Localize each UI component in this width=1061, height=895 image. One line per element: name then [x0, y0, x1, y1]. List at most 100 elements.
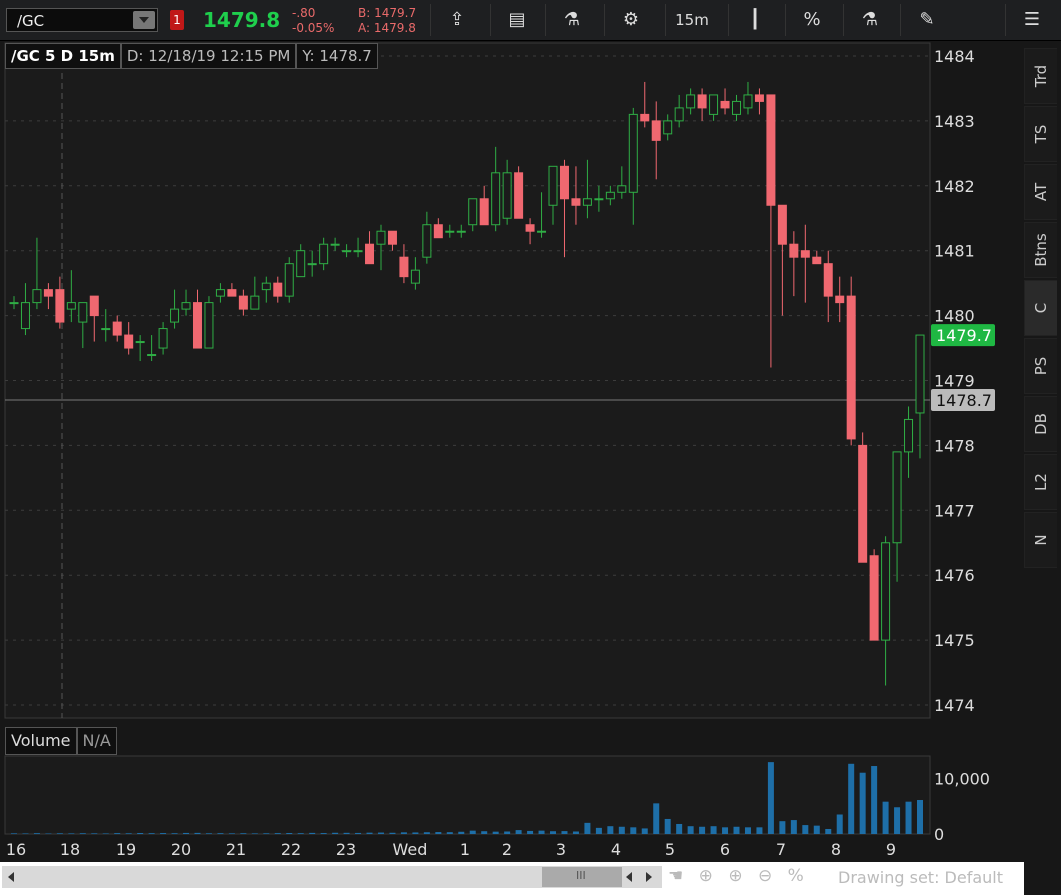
candle-body — [399, 256, 409, 278]
timeframe-button[interactable]: 15m — [665, 4, 718, 36]
candle-body — [273, 282, 283, 297]
candle-body — [353, 250, 363, 253]
tab-ts[interactable]: TS — [1024, 106, 1057, 162]
candlestick-icon: ┃ — [749, 9, 761, 30]
bid-ask-block: B: 1479.7 A: 1479.8 — [358, 6, 416, 36]
scroll-thumb[interactable]: III — [542, 867, 622, 887]
tab-db[interactable]: DB — [1024, 396, 1057, 452]
zoom-out-icon[interactable]: ⊖ — [758, 866, 772, 886]
volume-bar — [756, 827, 763, 834]
notes-button[interactable]: ▤ — [490, 4, 543, 36]
tab-label: TS — [1032, 124, 1050, 144]
time-tick-label: 9 — [886, 840, 896, 859]
tab-trd[interactable]: Trd — [1024, 48, 1057, 104]
volume-bar — [664, 818, 671, 834]
candle-body — [158, 328, 168, 349]
volume-bar — [286, 832, 293, 834]
crosshair-icon[interactable]: ⊕ — [699, 866, 713, 886]
candle-body — [800, 250, 810, 258]
candle-body — [376, 230, 386, 245]
percent-button[interactable]: % — [785, 4, 838, 36]
settings-button[interactable]: ⚙ — [604, 4, 657, 36]
volume-bar — [297, 833, 304, 834]
volume-bar — [917, 800, 923, 834]
candle-body — [640, 113, 650, 122]
tab-n[interactable]: N — [1024, 512, 1057, 568]
volume-bar — [561, 831, 568, 834]
menu-button[interactable]: ☰ — [1005, 4, 1058, 36]
tab-ps[interactable]: PS — [1024, 338, 1057, 394]
scroll-forward-icon[interactable] — [646, 872, 652, 882]
candle-body — [261, 282, 271, 291]
scroll-left-icon[interactable] — [8, 872, 14, 882]
share-button[interactable]: ⇪ — [430, 4, 483, 36]
price-chart[interactable]: 1474147514761477147814791480148114821483… — [0, 40, 1024, 862]
candle-body — [904, 418, 914, 453]
zoom-in-icon[interactable]: ⊕ — [728, 866, 742, 886]
percent-zoom-icon[interactable]: % — [788, 866, 804, 886]
candle-body — [89, 295, 99, 317]
candle-body — [9, 302, 19, 305]
volume-bar — [584, 822, 591, 834]
tab-l2[interactable]: L2 — [1024, 454, 1057, 510]
volume-bar — [320, 833, 327, 834]
tab-c[interactable]: C — [1024, 280, 1057, 336]
candle-body — [204, 302, 214, 349]
volume-bar — [205, 833, 212, 834]
volume-bar — [722, 827, 729, 834]
change-block: -.80 -0.05% — [292, 6, 334, 36]
volume-bar — [527, 830, 534, 834]
candle-body — [192, 302, 202, 349]
candle-body — [479, 198, 489, 226]
volume-bar — [458, 831, 465, 834]
alert-badge[interactable]: 1 — [170, 10, 184, 30]
candle-body — [319, 243, 329, 265]
candle-body — [296, 250, 306, 278]
volume-bar — [618, 826, 625, 834]
candle-body — [686, 94, 696, 109]
price-tick-label: 1484 — [934, 47, 975, 66]
candle-body — [307, 263, 317, 266]
volume-bar — [641, 828, 648, 834]
time-tick-label: 18 — [60, 840, 80, 859]
time-tick-label: 7 — [776, 840, 786, 859]
drawings-button[interactable]: ✎ — [900, 4, 953, 36]
volume-bar — [171, 833, 178, 834]
scroll-back-icon[interactable] — [626, 872, 632, 882]
candle-body — [468, 198, 478, 226]
candle-body — [112, 321, 122, 336]
time-tick-label: 8 — [831, 840, 841, 859]
candle-body — [812, 256, 822, 265]
candle-body — [743, 94, 753, 109]
symbol-selector[interactable]: /GC — [6, 8, 158, 32]
volume-bar — [744, 827, 751, 834]
price-tags: 1479.7 1478.7 — [931, 324, 995, 411]
pan-icon[interactable]: ☚ — [668, 866, 683, 886]
candle-body — [663, 120, 673, 135]
tab-label: DB — [1032, 413, 1050, 435]
chart-legend: /GC 5 D 15m D: 12/18/19 12:15 PM Y: 1478… — [5, 43, 378, 69]
chevron-down-icon[interactable] — [133, 11, 155, 29]
studies-button[interactable]: ⚗ — [545, 4, 598, 36]
candle-body — [170, 308, 180, 323]
chart-tools: ☚ ⊕ ⊕ ⊖ % — [668, 866, 814, 886]
net-change: -.80 — [292, 6, 316, 20]
candle-body — [548, 165, 558, 206]
volume-bar — [687, 826, 694, 834]
volume-label: Volume — [5, 727, 77, 755]
price-tick-label: 1478 — [934, 436, 975, 455]
current-price-text: 1479.7 — [936, 326, 992, 345]
time-tick-label: 5 — [665, 840, 675, 859]
chart-style-button[interactable]: ┃ — [728, 4, 781, 36]
drawing-icon: ✎ — [919, 9, 935, 30]
volume-bar — [802, 825, 809, 834]
volume-bar — [836, 814, 843, 834]
horizontal-scrollbar[interactable]: III — [2, 866, 662, 888]
volume-bar — [676, 823, 683, 834]
tab-btns[interactable]: Btns — [1024, 222, 1057, 278]
drawing-set-label[interactable]: Drawing set: Default — [838, 868, 1003, 887]
time-tick-label: 19 — [116, 840, 136, 859]
candle-body — [525, 224, 535, 232]
tab-at[interactable]: AT — [1024, 164, 1057, 220]
strategies-button[interactable]: ⚗ — [843, 4, 896, 36]
